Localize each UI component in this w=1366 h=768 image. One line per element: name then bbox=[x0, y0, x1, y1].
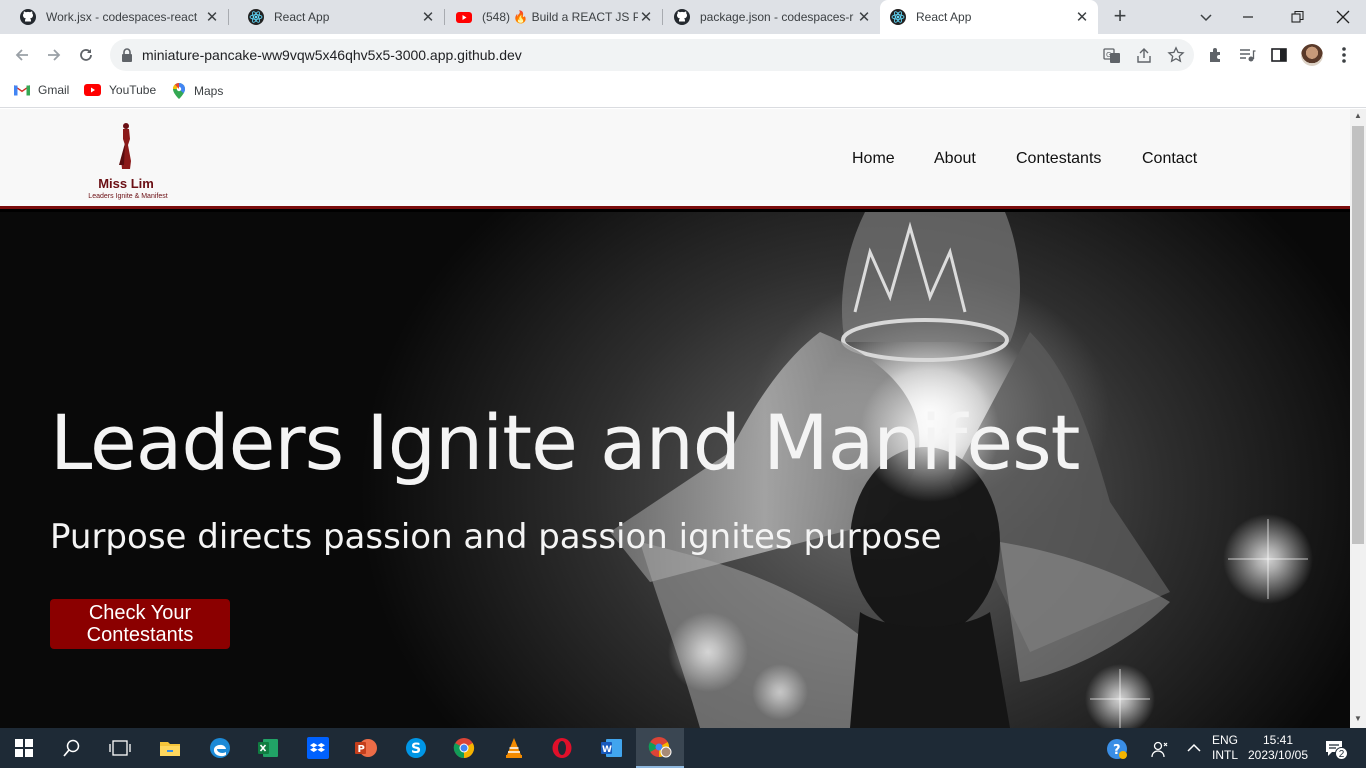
bookmark-star-icon[interactable] bbox=[1167, 46, 1185, 64]
tab-5-active[interactable]: React App ✕ bbox=[880, 0, 1098, 34]
search-icon[interactable] bbox=[48, 728, 96, 768]
bookmark-label: Gmail bbox=[38, 83, 70, 97]
media-queue-icon[interactable] bbox=[1238, 46, 1256, 64]
file-explorer-icon[interactable] bbox=[146, 728, 194, 768]
scroll-up-icon[interactable]: ▲ bbox=[1350, 109, 1366, 123]
opera-icon[interactable] bbox=[538, 728, 586, 768]
clock[interactable]: 15:41 2023/10/05 bbox=[1246, 733, 1310, 763]
hero-title: Leaders Ignite and Manifest bbox=[50, 398, 1080, 487]
nav-about[interactable]: About bbox=[934, 150, 976, 168]
extensions-icon[interactable] bbox=[1207, 46, 1225, 64]
notification-count: 2 bbox=[1335, 747, 1348, 760]
svg-text:S: S bbox=[411, 741, 421, 757]
logo-title: Miss Lim bbox=[98, 176, 154, 191]
skype-icon[interactable]: S bbox=[392, 728, 440, 768]
translate-icon[interactable]: G bbox=[1103, 47, 1121, 65]
back-icon[interactable] bbox=[12, 45, 32, 65]
maps-pin-icon bbox=[172, 83, 185, 99]
tab-4[interactable]: package.json - codespaces-r ✕ bbox=[662, 0, 880, 34]
youtube-icon bbox=[456, 12, 472, 23]
window-close-icon[interactable] bbox=[1333, 7, 1353, 27]
scrollbar[interactable]: ▲ ▼ bbox=[1350, 109, 1366, 728]
minimize-icon[interactable] bbox=[1238, 7, 1258, 27]
chrome-icon[interactable] bbox=[440, 728, 488, 768]
word-icon[interactable]: W bbox=[588, 728, 636, 768]
github-icon bbox=[20, 9, 36, 25]
restore-icon[interactable] bbox=[1287, 7, 1307, 27]
windows-start-icon[interactable] bbox=[0, 728, 48, 768]
powerpoint-icon[interactable]: P bbox=[342, 728, 390, 768]
tab-title: React App bbox=[916, 10, 972, 24]
tab-title: package.json - codespaces-r bbox=[700, 10, 854, 24]
dropbox-icon[interactable] bbox=[294, 728, 342, 768]
tab-search-icon[interactable] bbox=[1196, 7, 1216, 27]
bookmark-gmail[interactable]: Gmail bbox=[14, 83, 69, 97]
close-icon[interactable]: ✕ bbox=[420, 8, 436, 26]
page-viewport: Miss Lim Leaders Ignite & Manifest Home … bbox=[0, 109, 1350, 728]
side-panel-icon[interactable] bbox=[1270, 46, 1288, 64]
task-view-icon[interactable] bbox=[96, 728, 144, 768]
clock-time: 15:41 bbox=[1262, 733, 1294, 747]
gmail-icon bbox=[14, 85, 30, 96]
bookmark-label: Maps bbox=[194, 84, 224, 98]
input-language[interactable]: ENG INTL bbox=[1212, 733, 1238, 763]
svg-text:G: G bbox=[1106, 51, 1111, 59]
new-tab-icon[interactable]: + bbox=[1108, 5, 1132, 29]
bookmark-maps[interactable]: Maps bbox=[172, 83, 223, 99]
keyboard-layout: INTL bbox=[1212, 748, 1239, 762]
close-icon[interactable]: ✕ bbox=[204, 8, 220, 26]
tab-3[interactable]: (548) 🔥 Build a REACT JS Po ✕ bbox=[444, 0, 662, 34]
site-navbar: Miss Lim Leaders Ignite & Manifest Home … bbox=[0, 109, 1350, 209]
nav-contact[interactable]: Contact bbox=[1142, 150, 1197, 168]
edge-icon[interactable] bbox=[196, 728, 244, 768]
nav-contestants[interactable]: Contestants bbox=[1016, 150, 1101, 168]
youtube-icon bbox=[84, 84, 101, 96]
react-icon bbox=[890, 9, 906, 25]
scroll-down-icon[interactable]: ▼ bbox=[1350, 712, 1366, 726]
tab-title: (548) 🔥 Build a REACT JS Po bbox=[482, 10, 638, 24]
github-icon bbox=[674, 9, 690, 25]
excel-icon[interactable] bbox=[244, 728, 292, 768]
share-icon[interactable] bbox=[1135, 47, 1153, 65]
hero-subtitle: Purpose directs passion and passion igni… bbox=[50, 517, 942, 557]
close-icon[interactable]: ✕ bbox=[638, 8, 654, 26]
nav-home[interactable]: Home bbox=[852, 150, 895, 168]
tab-title: React App bbox=[274, 10, 330, 24]
lock-icon[interactable] bbox=[120, 47, 134, 63]
help-icon[interactable]: ? bbox=[1106, 738, 1128, 760]
check-contestants-button[interactable]: Check Your Contestants bbox=[50, 599, 230, 649]
avatar[interactable] bbox=[1301, 44, 1323, 66]
menu-icon[interactable] bbox=[1336, 45, 1352, 65]
hero-section: Leaders Ignite and Manifest Purpose dire… bbox=[0, 212, 1350, 728]
logo-tagline: Leaders Ignite & Manifest bbox=[88, 193, 168, 200]
people-icon[interactable] bbox=[1150, 739, 1170, 759]
vlc-icon[interactable] bbox=[490, 728, 538, 768]
notifications-icon[interactable]: 2 bbox=[1324, 738, 1348, 760]
tab-1[interactable]: Work.jsx - codespaces-react ✕ bbox=[0, 0, 228, 34]
url-text: miniature-pancake-ww9vqw5x46qhv5x5-3000.… bbox=[142, 47, 522, 63]
clock-date: 2023/10/05 bbox=[1247, 748, 1309, 762]
language-code: ENG bbox=[1212, 733, 1239, 747]
close-icon[interactable]: ✕ bbox=[856, 8, 872, 26]
close-icon[interactable]: ✕ bbox=[1074, 8, 1090, 26]
svg-text:W: W bbox=[602, 745, 612, 755]
reload-icon[interactable] bbox=[76, 45, 96, 65]
scrollbar-thumb[interactable] bbox=[1352, 126, 1364, 544]
react-icon bbox=[248, 9, 264, 25]
tab-2[interactable]: React App ✕ bbox=[228, 0, 444, 34]
bookmark-label: YouTube bbox=[109, 83, 157, 97]
bookmark-youtube[interactable]: YouTube bbox=[84, 83, 156, 97]
site-logo[interactable]: Miss Lim Leaders Ignite & Manifest bbox=[78, 119, 178, 203]
forward-icon[interactable] bbox=[44, 45, 64, 65]
chrome-profile-active-icon[interactable] bbox=[636, 728, 684, 768]
svg-text:P: P bbox=[358, 744, 365, 755]
tab-title: Work.jsx - codespaces-react bbox=[46, 10, 198, 24]
woman-silhouette-icon bbox=[119, 123, 131, 169]
chevron-up-icon[interactable] bbox=[1186, 740, 1202, 756]
